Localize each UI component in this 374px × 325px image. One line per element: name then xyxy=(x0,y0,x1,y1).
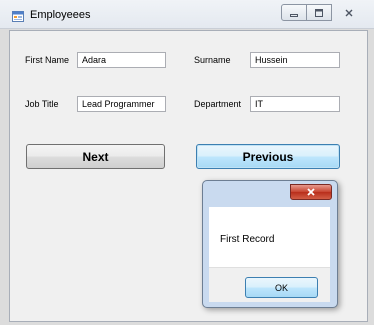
ok-button[interactable]: OK xyxy=(245,277,318,298)
form-icon xyxy=(12,11,24,22)
title-bar[interactable]: Employeees xyxy=(0,0,374,29)
dialog-message: First Record xyxy=(220,234,275,245)
department-label: Department xyxy=(194,99,242,109)
dialog-footer: OK xyxy=(209,267,330,302)
job-title-label: Job Title xyxy=(25,99,59,109)
close-button[interactable] xyxy=(331,4,367,21)
job-title-field[interactable] xyxy=(77,96,166,112)
close-icon xyxy=(307,188,315,196)
department-field[interactable] xyxy=(250,96,340,112)
dialog-close-button[interactable] xyxy=(290,184,332,200)
dialog-content: First Record xyxy=(209,207,330,267)
surname-label: Surname xyxy=(194,55,231,65)
window-title: Employeees xyxy=(30,9,91,21)
minimize-button[interactable] xyxy=(281,4,307,21)
maximize-icon xyxy=(315,9,323,17)
first-name-field[interactable] xyxy=(77,52,166,68)
minimize-icon xyxy=(290,14,298,17)
close-icon xyxy=(345,9,353,17)
message-dialog: First Record OK xyxy=(202,180,338,308)
previous-button[interactable]: Previous xyxy=(196,144,340,169)
surname-field[interactable] xyxy=(250,52,340,68)
employees-window: Employeees First Name Surname xyxy=(0,0,374,325)
next-button[interactable]: Next xyxy=(26,144,165,169)
first-name-label: First Name xyxy=(25,55,70,65)
maximize-button[interactable] xyxy=(306,4,332,21)
